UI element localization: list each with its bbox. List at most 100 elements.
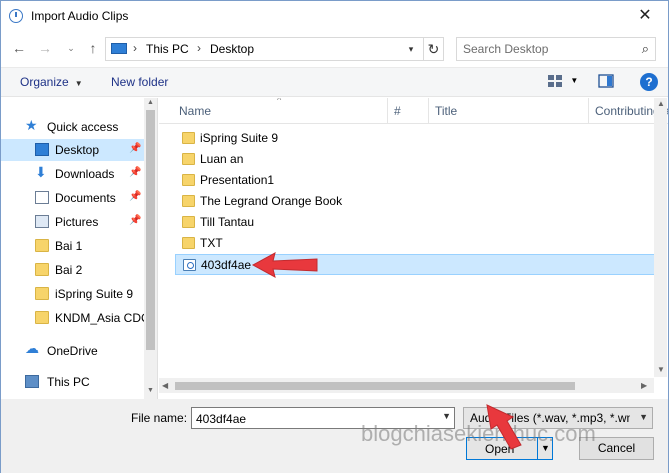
sidebar-item-ispring-suite-9[interactable]: iSpring Suite 9 <box>1 283 144 305</box>
file-name: Luan an <box>200 152 244 166</box>
file-name-label: File name: <box>131 411 188 425</box>
forward-arrow-icon[interactable]: → <box>35 38 55 58</box>
scroll-down-icon[interactable]: ▼ <box>144 387 157 394</box>
scroll-up-icon[interactable]: ▲ <box>657 99 665 108</box>
sidebar-item-bai-1[interactable]: Bai 1 <box>1 235 144 257</box>
list-item[interactable]: Luan an <box>175 149 655 170</box>
address-dropdown-icon[interactable]: ▾ <box>401 39 421 59</box>
star-icon: ★ <box>25 117 38 133</box>
breadcrumb-this-pc[interactable]: This PC <box>146 42 189 56</box>
folder-icon <box>182 237 195 249</box>
download-icon: ⬇ <box>35 164 47 180</box>
close-button[interactable]: ✕ <box>630 4 660 28</box>
refresh-icon[interactable]: ↻ <box>423 38 443 60</box>
file-name-input[interactable] <box>196 411 436 426</box>
file-type-filter-value: Audio Files (*.wav, *.mp3, *.wma <box>470 411 630 425</box>
sidebar-item-this-pc[interactable]: This PC <box>1 371 144 393</box>
column-divider[interactable] <box>588 98 589 124</box>
column-header-title[interactable]: Title <box>435 104 457 118</box>
pin-icon: 📌 <box>129 167 142 178</box>
file-type-filter[interactable]: Audio Files (*.wav, *.mp3, *.wma ▼ <box>463 407 653 429</box>
sidebar-item-desktop[interactable]: Desktop 📌 <box>1 139 144 161</box>
sidebar-item-onedrive[interactable]: ☁ OneDrive <box>1 340 144 362</box>
this-pc-icon <box>111 43 127 54</box>
view-controls: ▼ <box>547 73 618 88</box>
file-name: TXT <box>200 236 223 250</box>
scroll-up-icon[interactable]: ▲ <box>144 99 157 106</box>
navigation-scrollbar[interactable]: ▲ ▼ <box>144 98 157 399</box>
navigation-row: ← → ⌄ ↑ › This PC › Desktop ▾ ↻ ⌕ <box>1 35 668 63</box>
pin-icon: 📌 <box>129 215 142 226</box>
list-item[interactable]: TXT <box>175 233 655 254</box>
column-header-name[interactable]: Name <box>179 104 211 118</box>
file-name: Till Tantau <box>200 215 255 229</box>
scrollbar-thumb[interactable] <box>146 110 155 350</box>
sidebar-item-label: Desktop <box>55 143 100 157</box>
scroll-left-icon[interactable]: ◀ <box>162 381 168 390</box>
search-icon: ⌕ <box>641 41 649 56</box>
search-input[interactable] <box>463 41 623 57</box>
search-box[interactable]: ⌕ <box>456 37 656 61</box>
list-item[interactable]: Presentation1 <box>175 170 655 191</box>
view-options-icon[interactable] <box>547 74 563 88</box>
open-button-label: Open <box>485 442 515 456</box>
pictures-icon <box>35 215 49 228</box>
documents-icon <box>35 191 49 204</box>
file-list-vertical-scrollbar[interactable]: ▲ ▼ <box>654 98 667 377</box>
scroll-right-icon[interactable]: ▶ <box>641 381 647 390</box>
up-arrow-icon[interactable]: ↑ <box>83 38 103 58</box>
organize-label: Organize <box>20 75 69 89</box>
chevron-down-icon[interactable]: ▼ <box>442 411 451 421</box>
sidebar-item-kndm-asia[interactable]: KNDM_Asia CDC <box>1 307 150 329</box>
cancel-button[interactable]: Cancel <box>579 437 654 460</box>
sidebar-item-bai-2[interactable]: Bai 2 <box>1 259 144 281</box>
column-divider[interactable] <box>387 98 388 124</box>
list-item[interactable]: iSpring Suite 9 <box>175 128 655 149</box>
file-name: 403df4ae <box>201 258 252 272</box>
sidebar-item-label: iSpring Suite 9 <box>55 287 134 301</box>
column-header-number[interactable]: # <box>394 104 401 118</box>
new-folder-button[interactable]: New folder <box>111 75 168 89</box>
sidebar-item-documents[interactable]: Documents 📌 <box>1 187 144 209</box>
navigation-pane: ★ Quick access Desktop 📌 ⬇ Downloads 📌 D… <box>1 98 158 399</box>
file-list: ^ Name # Title Contributing a iSpring Su… <box>159 98 668 399</box>
sidebar-item-label: Bai 2 <box>55 263 83 277</box>
organize-menu[interactable]: Organize ▼ <box>20 75 83 89</box>
folder-icon <box>182 153 195 165</box>
sidebar-item-quick-access[interactable]: ★ Quick access <box>1 116 144 138</box>
scrollbar-thumb[interactable] <box>175 382 575 390</box>
help-icon[interactable]: ? <box>640 73 658 91</box>
folder-icon <box>182 195 195 207</box>
column-divider[interactable] <box>428 98 429 124</box>
sort-ascending-icon: ^ <box>277 98 282 105</box>
sidebar-item-pictures[interactable]: Pictures 📌 <box>1 211 144 233</box>
list-item[interactable]: Till Tantau <box>175 212 655 233</box>
open-button[interactable]: Open ▼ <box>466 437 553 460</box>
title-bar: Import Audio Clips ✕ <box>1 1 668 32</box>
sidebar-item-downloads[interactable]: ⬇ Downloads 📌 <box>1 163 144 185</box>
scroll-down-icon[interactable]: ▼ <box>657 365 665 374</box>
sidebar-item-label: Documents <box>55 191 116 205</box>
folder-icon <box>35 311 49 324</box>
open-options-dropdown-icon[interactable]: ▼ <box>537 438 553 459</box>
sidebar-item-label: This PC <box>47 375 90 389</box>
breadcrumb-separator-icon: › <box>197 41 201 55</box>
pin-icon: 📌 <box>129 191 142 202</box>
file-name-combobox[interactable]: ▼ <box>191 407 455 429</box>
sidebar-item-label: Pictures <box>55 215 99 229</box>
back-arrow-icon[interactable]: ← <box>9 38 29 58</box>
address-bar[interactable]: › This PC › Desktop ▾ ↻ <box>105 37 444 61</box>
file-name: Presentation1 <box>200 173 275 187</box>
view-dropdown-icon[interactable]: ▼ <box>570 76 578 85</box>
preview-pane-icon[interactable] <box>597 74 614 88</box>
chevron-down-icon: ▼ <box>74 79 83 88</box>
folder-icon <box>35 287 49 300</box>
list-item[interactable]: The Legrand Orange Book <box>175 191 655 212</box>
list-item-selected[interactable]: 403df4ae <box>175 254 655 275</box>
file-list-horizontal-scrollbar[interactable]: ◀ ▶ <box>159 378 654 393</box>
breadcrumb-desktop[interactable]: Desktop <box>210 42 254 56</box>
recent-locations-chevron-icon[interactable]: ⌄ <box>61 38 81 58</box>
computer-icon <box>25 375 39 388</box>
desktop-icon <box>35 143 49 156</box>
sidebar-item-label: Downloads <box>55 167 115 181</box>
